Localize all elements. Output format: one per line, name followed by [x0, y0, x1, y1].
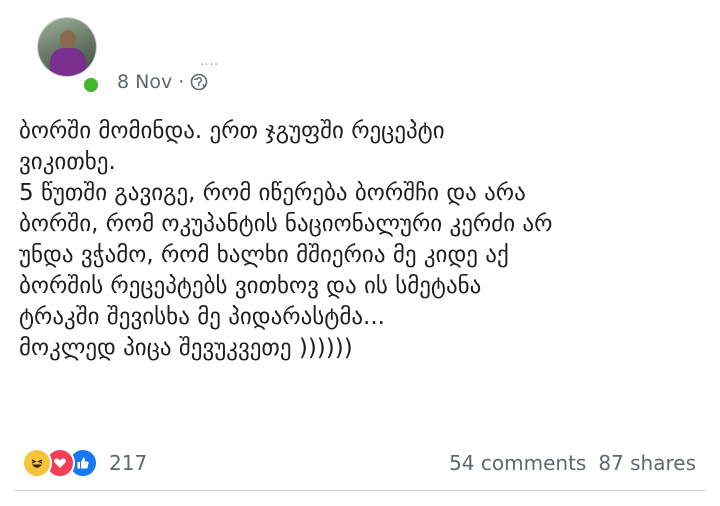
- post-timestamp[interactable]: 8 Nov: [117, 71, 172, 93]
- globe-icon: [190, 73, 208, 91]
- reaction-count[interactable]: 217: [109, 451, 147, 475]
- online-status-indicator: [82, 76, 100, 94]
- post-line: ბორში მომინდა. ერთ ჯგუფში რეცეპტი: [19, 118, 445, 144]
- avatar[interactable]: [38, 18, 96, 76]
- meta-separator: ·: [178, 71, 185, 93]
- post-stats: 54 comments 87 shares: [449, 451, 696, 475]
- post-body: ბორში მომინდა. ერთ ჯგუფში რეცეპტი ვიკითხ…: [19, 116, 709, 364]
- facebook-post: ‥‥ 8 Nov · ბორში მომინდა. ერთ ჯგუფში რეც…: [0, 0, 720, 506]
- post-line: მოკლედ პიცა შევუკვეთე )))))): [19, 335, 353, 361]
- post-line: ტრაკში შევისხა მე პიდარასტმა...: [19, 304, 385, 330]
- shares-count[interactable]: 87 shares: [598, 451, 696, 475]
- header-divider-mark: ‥‥: [200, 54, 220, 69]
- post-line: უნდა ვჭამო, რომ ხალხი მშიერია მე კიდე აქ: [19, 242, 509, 268]
- post-meta: 8 Nov ·: [117, 71, 208, 93]
- post-divider: [14, 490, 706, 491]
- post-line: ვიკითხე.: [19, 149, 116, 175]
- post-line: 5 წუთში გავიგე, რომ იწერება ბორშჩი და არ…: [19, 180, 526, 206]
- avatar-head: [60, 30, 76, 48]
- post-line: ბორშის რეცეპტებს ვითხოვ და ის სმეტანა: [19, 273, 482, 299]
- avatar-torso: [50, 48, 86, 76]
- post-line: ბორში, რომ ოკუპანტის ნაციონალური კერძი ა…: [19, 211, 553, 237]
- comments-count[interactable]: 54 comments: [449, 451, 586, 475]
- haha-icon: [22, 448, 52, 478]
- reactions-summary[interactable]: 217: [22, 448, 147, 478]
